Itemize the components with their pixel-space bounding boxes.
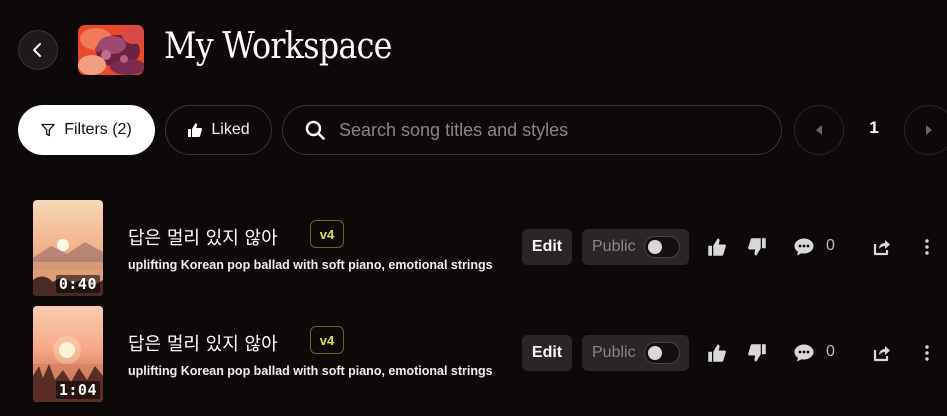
public-toggle[interactable]: Public [582,335,689,371]
public-switch[interactable] [644,236,680,258]
share-button[interactable] [869,340,895,366]
search-icon [305,120,325,140]
song-title[interactable]: 답은 멀리 있지 않아 [128,224,278,250]
song-style: uplifting Korean pop ballad with soft pi… [128,258,493,272]
share-button[interactable] [869,234,895,260]
comment-button[interactable] [791,234,817,260]
more-vertical-icon [925,239,929,255]
public-switch[interactable] [644,342,680,364]
dislike-button[interactable] [744,340,770,366]
search-input[interactable] [339,119,759,141]
back-button[interactable] [18,30,58,70]
more-options-button[interactable] [914,234,940,260]
thumbs-down-icon [748,238,766,256]
thumbs-down-icon [748,344,766,362]
filters-button[interactable]: Filters (2) [18,105,155,155]
workspace-thumbnail [78,25,144,75]
switch-knob [648,346,662,360]
more-vertical-icon [925,345,929,361]
public-label: Public [592,238,636,255]
share-icon [873,346,890,362]
switch-knob [648,240,662,254]
comment-icon [794,344,814,362]
page-number: 1 [869,118,879,137]
song-row[interactable]: 0:40 답은 멀리 있지 않아 v4 uplifting Korean pop… [0,200,947,300]
comment-count: 0 [826,237,835,254]
comment-icon [794,238,814,256]
version-badge: v4 [310,326,344,354]
song-duration: 0:40 [55,275,100,293]
share-icon [873,240,890,256]
public-label: Public [592,344,636,361]
version-badge: v4 [310,220,344,248]
chevron-left-icon [33,43,41,57]
public-toggle[interactable]: Public [582,229,689,265]
thumbs-up-icon [708,238,726,256]
filters-label: Filters (2) [64,121,132,138]
song-cover[interactable]: 1:04 [33,306,103,402]
thumbs-up-icon [708,344,726,362]
song-duration: 1:04 [55,381,100,399]
comment-button[interactable] [791,340,817,366]
next-page-button[interactable] [904,105,947,155]
song-style: uplifting Korean pop ballad with soft pi… [128,364,493,378]
song-cover[interactable]: 0:40 [33,200,103,296]
filter-icon [41,123,55,137]
like-button[interactable] [704,340,730,366]
search-bar[interactable] [282,105,782,155]
song-title[interactable]: 답은 멀리 있지 않아 [128,330,278,356]
page-title: My Workspace [164,26,392,67]
like-button[interactable] [704,234,730,260]
liked-label: Liked [211,121,250,138]
liked-button[interactable]: Liked [165,105,272,155]
more-options-button[interactable] [914,340,940,366]
comment-count: 0 [826,343,835,360]
edit-button[interactable]: Edit [522,229,572,265]
dislike-button[interactable] [744,234,770,260]
thumbs-up-icon [188,123,203,137]
caret-right-icon [926,125,932,135]
previous-page-button[interactable] [794,105,844,155]
song-row[interactable]: 1:04 답은 멀리 있지 않아 v4 uplifting Korean pop… [0,306,947,406]
caret-left-icon [816,125,822,135]
edit-button[interactable]: Edit [522,335,572,371]
